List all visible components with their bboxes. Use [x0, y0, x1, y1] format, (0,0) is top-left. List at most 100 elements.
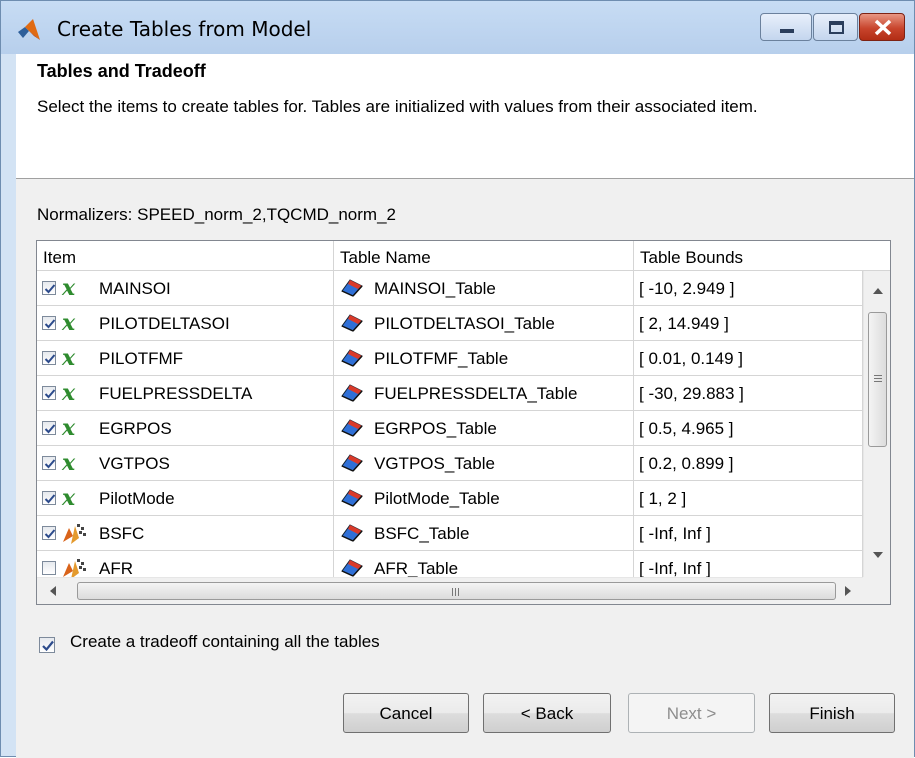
scrollbar-corner — [863, 577, 890, 604]
table-bounds-cell[interactable]: [ 0.01, 0.149 ] — [634, 341, 863, 376]
table-bounds-cell[interactable]: [ -30, 29.883 ] — [634, 376, 863, 411]
table-row[interactable]: x VGTPOS VGTPOS_Table [ 0.2, 0.899 ] — [37, 446, 863, 481]
item-label: FUELPRESSDELTA — [99, 384, 253, 403]
checkmark-icon — [44, 354, 56, 364]
table-name-label: AFR_Table — [374, 559, 459, 577]
table-bounds-cell[interactable]: [ 0.5, 4.965 ] — [634, 411, 863, 446]
table-row[interactable]: x PILOTFMF PILOTFMF_Table [ 0.01, 0.149 ] — [37, 341, 863, 376]
table-bounds-cell[interactable]: [ 0.2, 0.899 ] — [634, 446, 863, 481]
maximize-icon — [829, 21, 844, 34]
table-name-label: VGTPOS_Table — [374, 454, 495, 473]
checkmark-icon — [44, 529, 56, 539]
horizontal-scroll-thumb[interactable] — [77, 582, 836, 600]
table-name-cell[interactable]: BSFC_Table — [334, 516, 634, 551]
item-checkbox[interactable] — [42, 456, 56, 470]
table-row[interactable]: x FUELPRESSDELTA FUELPRESSDELTA_Table [ -30… — [37, 376, 863, 411]
table-bounds-cell[interactable]: [ -10, 2.949 ] — [634, 271, 863, 306]
item-label: PilotMode — [99, 489, 175, 508]
model-icon — [63, 559, 86, 577]
item-label: VGTPOS — [99, 454, 170, 473]
table-name-label: FUELPRESSDELTA_Table — [374, 384, 578, 403]
item-cell[interactable]: x MAINSOI — [37, 271, 334, 306]
item-cell[interactable]: x PILOTDELTASOI — [37, 306, 334, 341]
lookup-table-icon — [341, 524, 363, 542]
item-label: PILOTFMF — [99, 349, 184, 368]
table-row[interactable]: x EGRPOS EGRPOS_Table [ 0.5, 4.965 ] — [37, 411, 863, 446]
table-name-cell[interactable]: MAINSOI_Table — [334, 271, 634, 306]
item-checkbox[interactable] — [42, 526, 56, 540]
item-cell[interactable]: x FUELPRESSDELTA — [37, 376, 334, 411]
item-label: MAINSOI — [99, 279, 171, 298]
item-checkbox[interactable] — [42, 491, 56, 505]
grip-icon — [874, 375, 882, 382]
table-name-cell[interactable]: FUELPRESSDELTA_Table — [334, 376, 634, 411]
cancel-button[interactable]: Cancel — [343, 693, 469, 733]
item-cell[interactable]: x EGRPOS — [37, 411, 334, 446]
title-bar[interactable]: Create Tables from Model — [1, 1, 914, 54]
item-cell[interactable]: x PilotMode — [37, 481, 334, 516]
table-bounds-cell[interactable]: [ 2, 14.949 ] — [634, 306, 863, 341]
item-checkbox[interactable] — [42, 421, 56, 435]
item-checkbox[interactable] — [42, 386, 56, 400]
table-name-cell[interactable]: VGTPOS_Table — [334, 446, 634, 481]
column-header-table-bounds[interactable]: Table Bounds — [634, 241, 890, 271]
maximize-button[interactable] — [813, 13, 858, 41]
lookup-table-icon — [341, 489, 363, 507]
minimize-icon — [780, 29, 794, 33]
variable-x-icon: x — [62, 345, 76, 371]
item-label: AFR — [99, 559, 133, 577]
table-name-label: BSFC_Table — [374, 524, 470, 543]
lookup-table-icon — [341, 384, 363, 402]
table-bounds-cell[interactable]: [ -Inf, Inf ] — [634, 551, 863, 577]
table-row[interactable]: x PILOTDELTASOI PILOTDELTASOI_Table [ 2, 14… — [37, 306, 863, 341]
item-cell[interactable]: x PILOTFMF — [37, 341, 334, 376]
model-icon — [63, 524, 86, 544]
horizontal-scrollbar[interactable] — [37, 577, 863, 604]
item-label: PILOTDELTASOI — [99, 314, 230, 333]
table-name-label: EGRPOS_Table — [374, 419, 497, 438]
normalizers-label: Normalizers: SPEED_norm_2,TQCMD_norm_2 — [37, 205, 396, 224]
scroll-right-arrow-icon[interactable] — [845, 586, 851, 596]
lookup-table-icon — [341, 559, 363, 577]
minimize-button[interactable] — [760, 13, 812, 41]
table-row[interactable]: BSFC BSFC_Table [ -Inf, Inf ] — [37, 516, 863, 551]
item-checkbox[interactable] — [42, 351, 56, 365]
table-bounds-cell[interactable]: [ 1, 2 ] — [634, 481, 863, 516]
column-header-item[interactable]: Item — [37, 241, 334, 271]
scroll-down-arrow-icon[interactable] — [873, 552, 883, 558]
item-checkbox[interactable] — [42, 281, 56, 295]
table-bounds-cell[interactable]: [ -Inf, Inf ] — [634, 516, 863, 551]
item-label: EGRPOS — [99, 419, 172, 438]
variable-x-icon: x — [62, 485, 76, 511]
tradeoff-label[interactable]: Create a tradeoff containing all the tab… — [70, 632, 380, 652]
scroll-left-arrow-icon[interactable] — [50, 586, 56, 596]
finish-button[interactable]: Finish — [769, 693, 895, 733]
tradeoff-checkbox[interactable] — [39, 637, 55, 653]
table-name-cell[interactable]: PILOTDELTASOI_Table — [334, 306, 634, 341]
table-name-label: MAINSOI_Table — [374, 279, 496, 298]
item-checkbox[interactable] — [42, 561, 56, 575]
vertical-scrollbar[interactable] — [863, 271, 890, 577]
checkmark-icon — [44, 389, 56, 399]
table-row[interactable]: AFR AFR_Table [ -Inf, Inf ] — [37, 551, 863, 577]
scroll-up-arrow-icon[interactable] — [873, 288, 883, 294]
vertical-scroll-thumb[interactable] — [868, 312, 887, 447]
table-name-cell[interactable]: PilotMode_Table — [334, 481, 634, 516]
back-button[interactable]: < Back — [483, 693, 611, 733]
column-header-table-name[interactable]: Table Name — [334, 241, 634, 271]
item-cell[interactable]: x VGTPOS — [37, 446, 334, 481]
item-cell[interactable]: AFR — [37, 551, 334, 577]
table-name-label: PILOTFMF_Table — [374, 349, 509, 368]
table-name-cell[interactable]: AFR_Table — [334, 551, 634, 577]
item-checkbox[interactable] — [42, 316, 56, 330]
item-cell[interactable]: BSFC — [37, 516, 334, 551]
table-name-cell[interactable]: PILOTFMF_Table — [334, 341, 634, 376]
table-row[interactable]: x MAINSOI MAINSOI_Table [ -10, 2.949 ] — [37, 271, 863, 306]
matlab-logo-icon — [18, 19, 40, 40]
next-button[interactable]: Next > — [628, 693, 755, 733]
table-name-cell[interactable]: EGRPOS_Table — [334, 411, 634, 446]
table-row[interactable]: x PilotMode PilotMode_Table [ 1, 2 ] — [37, 481, 863, 516]
close-button[interactable] — [859, 13, 905, 41]
checkmark-icon — [44, 424, 56, 434]
table-header: Item Table Name Table Bounds — [37, 241, 890, 271]
